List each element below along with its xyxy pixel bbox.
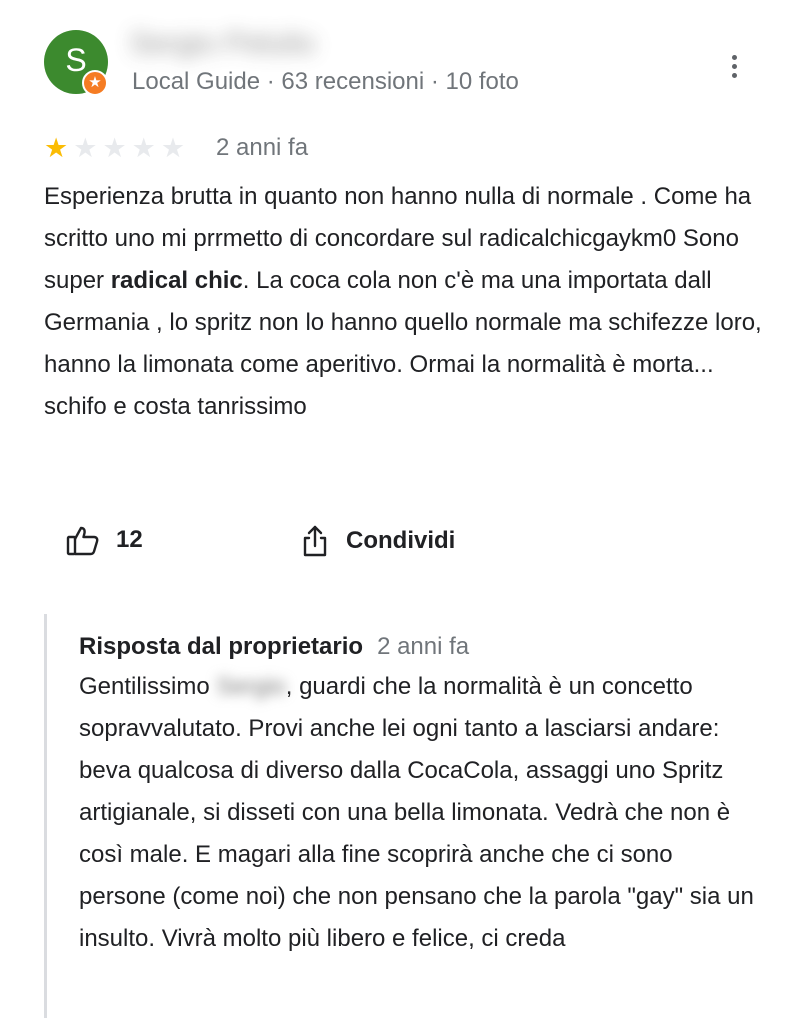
reviewer-name[interactable]: Sergio Pelulio — [130, 24, 340, 64]
reply-date: 2 anni fa — [377, 633, 470, 660]
more-dot — [731, 72, 737, 78]
share-label: Condividi — [346, 527, 456, 554]
reply-title: Risposta dal proprietario — [79, 633, 364, 660]
reply-blurred-name: Sergio — [216, 673, 286, 700]
local-guide-star-icon: ★ — [82, 70, 108, 96]
reply-body: , guardi che la normalità è un concetto … — [79, 673, 754, 952]
owner-reply: Risposta dal proprietario 2 anni fa Genti… — [44, 614, 764, 1018]
like-count: 12 — [116, 526, 143, 553]
star-filled-icon: ★ — [44, 133, 69, 163]
like-button[interactable]: 12 — [66, 524, 143, 556]
star-empty-icon: ★ — [160, 133, 186, 163]
reply-greeting: Gentilissimo — [79, 673, 217, 700]
star-empty-icon: ★ — [131, 133, 156, 163]
avatar-letter: S — [65, 41, 87, 78]
star-empty-icon: ★ — [73, 133, 98, 163]
thumb-up-icon — [66, 526, 99, 556]
more-vert-icon[interactable] — [718, 48, 750, 84]
share-button[interactable]: Condividi — [300, 524, 455, 558]
star-rating: ★ ★ ★ ★ ★ — [44, 133, 185, 163]
reply-text: Gentilissimo Sergio, guardi che la norma… — [79, 666, 763, 960]
star-empty-icon: ★ — [102, 133, 127, 163]
review-text: Esperienza brutta in quanto non hanno nu… — [44, 176, 772, 428]
review-date: 2 anni fa — [216, 134, 309, 161]
review-text-bold: radical chic — [110, 267, 243, 294]
reviewer-meta[interactable]: Local Guide · 63 recensioni · 10 foto — [132, 66, 519, 98]
share-icon — [303, 525, 327, 557]
more-dot — [731, 54, 737, 60]
more-dot — [731, 63, 737, 69]
reply-header: Risposta dal proprietario 2 anni fa — [79, 630, 469, 664]
